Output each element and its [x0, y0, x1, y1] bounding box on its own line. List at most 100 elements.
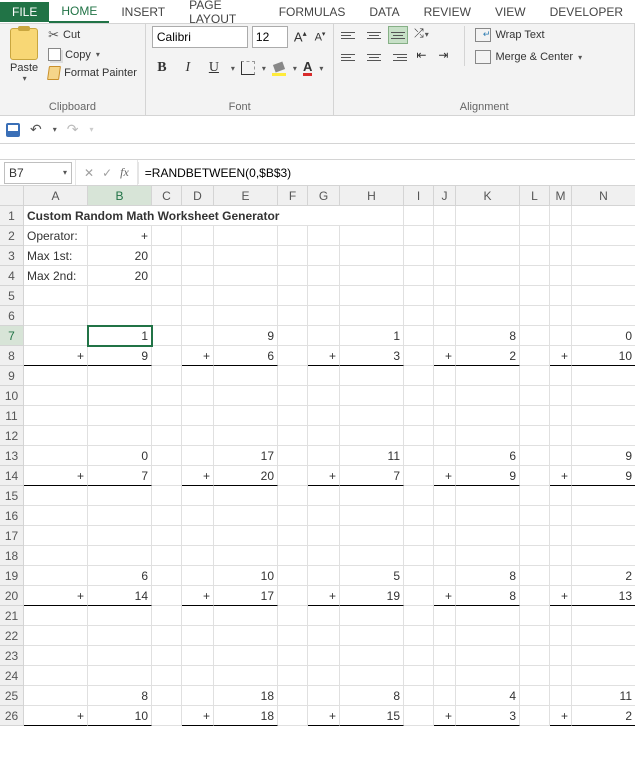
cell-G12[interactable] — [308, 426, 340, 446]
cell-C16[interactable] — [152, 506, 182, 526]
cell-M19[interactable] — [550, 566, 572, 586]
cell-A7[interactable] — [24, 326, 88, 346]
undo-button[interactable]: ↶ — [30, 121, 42, 138]
cell-F17[interactable] — [278, 526, 308, 546]
cell-H7[interactable]: 1 — [340, 326, 404, 346]
cell-I8[interactable] — [404, 346, 434, 366]
cell-C8[interactable] — [152, 346, 182, 366]
cell-J3[interactable] — [434, 246, 456, 266]
cell-J24[interactable] — [434, 666, 456, 686]
cell-M26[interactable]: + — [550, 706, 572, 726]
cell-J23[interactable] — [434, 646, 456, 666]
cell-H12[interactable] — [340, 426, 404, 446]
cell-N4[interactable] — [572, 266, 635, 286]
cell-E10[interactable] — [214, 386, 278, 406]
cell-G26[interactable]: + — [308, 706, 340, 726]
cell-A4[interactable]: Max 2nd: — [24, 266, 88, 286]
cell-A18[interactable] — [24, 546, 88, 566]
cell-N2[interactable] — [572, 226, 635, 246]
select-all-corner[interactable] — [0, 186, 24, 206]
cell-L26[interactable] — [520, 706, 550, 726]
col-header-M[interactable]: M — [550, 186, 572, 206]
cell-M1[interactable] — [550, 206, 572, 226]
col-header-F[interactable]: F — [278, 186, 308, 206]
cell-A11[interactable] — [24, 406, 88, 426]
cell-I23[interactable] — [404, 646, 434, 666]
col-header-D[interactable]: D — [182, 186, 214, 206]
cell-M2[interactable] — [550, 226, 572, 246]
cell-N15[interactable] — [572, 486, 635, 506]
cell-B15[interactable] — [88, 486, 152, 506]
underline-dropdown-icon[interactable]: ▾ — [231, 64, 235, 73]
cell-J12[interactable] — [434, 426, 456, 446]
cell-K1[interactable] — [456, 206, 520, 226]
cell-K16[interactable] — [456, 506, 520, 526]
cell-D11[interactable] — [182, 406, 214, 426]
cell-F24[interactable] — [278, 666, 308, 686]
cell-E24[interactable] — [214, 666, 278, 686]
spreadsheet-grid[interactable]: ABCDEFGHIJKLMN1Custom Random Math Worksh… — [0, 186, 635, 726]
cut-button[interactable]: ✂Cut — [46, 26, 139, 44]
cell-A12[interactable] — [24, 426, 88, 446]
cell-I25[interactable] — [404, 686, 434, 706]
cell-K11[interactable] — [456, 406, 520, 426]
cell-D9[interactable] — [182, 366, 214, 386]
cell-B7[interactable]: 1 — [88, 326, 152, 346]
fill-color-button[interactable] — [272, 61, 286, 75]
cell-L10[interactable] — [520, 386, 550, 406]
cell-G16[interactable] — [308, 506, 340, 526]
cell-M9[interactable] — [550, 366, 572, 386]
cell-L22[interactable] — [520, 626, 550, 646]
cell-L12[interactable] — [520, 426, 550, 446]
cell-E25[interactable]: 18 — [214, 686, 278, 706]
cell-I1[interactable] — [404, 206, 434, 226]
row-header-6[interactable]: 6 — [0, 306, 24, 326]
row-header-4[interactable]: 4 — [0, 266, 24, 286]
cell-C3[interactable] — [152, 246, 182, 266]
row-header-14[interactable]: 14 — [0, 466, 24, 486]
cell-K9[interactable] — [456, 366, 520, 386]
cell-G10[interactable] — [308, 386, 340, 406]
cell-M7[interactable] — [550, 326, 572, 346]
cell-N12[interactable] — [572, 426, 635, 446]
cell-N18[interactable] — [572, 546, 635, 566]
cell-F21[interactable] — [278, 606, 308, 626]
cell-J20[interactable]: + — [434, 586, 456, 606]
cell-B24[interactable] — [88, 666, 152, 686]
cell-H2[interactable] — [340, 226, 404, 246]
cell-H26[interactable]: 15 — [340, 706, 404, 726]
cell-K10[interactable] — [456, 386, 520, 406]
cell-N23[interactable] — [572, 646, 635, 666]
cell-M8[interactable]: + — [550, 346, 572, 366]
cell-G20[interactable]: + — [308, 586, 340, 606]
fill-dropdown-icon[interactable]: ▾ — [293, 64, 297, 73]
cell-N24[interactable] — [572, 666, 635, 686]
tab-data[interactable]: DATA — [357, 2, 411, 22]
cell-L13[interactable] — [520, 446, 550, 466]
cell-E19[interactable]: 10 — [214, 566, 278, 586]
col-header-L[interactable]: L — [520, 186, 550, 206]
cell-K21[interactable] — [456, 606, 520, 626]
cell-E26[interactable]: 18 — [214, 706, 278, 726]
cell-E14[interactable]: 20 — [214, 466, 278, 486]
cell-B20[interactable]: 14 — [88, 586, 152, 606]
col-header-H[interactable]: H — [340, 186, 404, 206]
cell-I21[interactable] — [404, 606, 434, 626]
cell-I26[interactable] — [404, 706, 434, 726]
increase-font-icon[interactable]: A▴ — [292, 29, 309, 44]
row-header-10[interactable]: 10 — [0, 386, 24, 406]
cell-K20[interactable]: 8 — [456, 586, 520, 606]
cell-L18[interactable] — [520, 546, 550, 566]
cell-J13[interactable] — [434, 446, 456, 466]
merge-center-button[interactable]: Merge & Center ▾ — [473, 48, 584, 66]
row-header-25[interactable]: 25 — [0, 686, 24, 706]
col-header-I[interactable]: I — [404, 186, 434, 206]
cell-C12[interactable] — [152, 426, 182, 446]
cell-M3[interactable] — [550, 246, 572, 266]
tab-file[interactable]: FILE — [0, 2, 49, 22]
cell-K26[interactable]: 3 — [456, 706, 520, 726]
italic-button[interactable]: I — [178, 58, 198, 78]
cell-H14[interactable]: 7 — [340, 466, 404, 486]
cell-L6[interactable] — [520, 306, 550, 326]
cell-L7[interactable] — [520, 326, 550, 346]
